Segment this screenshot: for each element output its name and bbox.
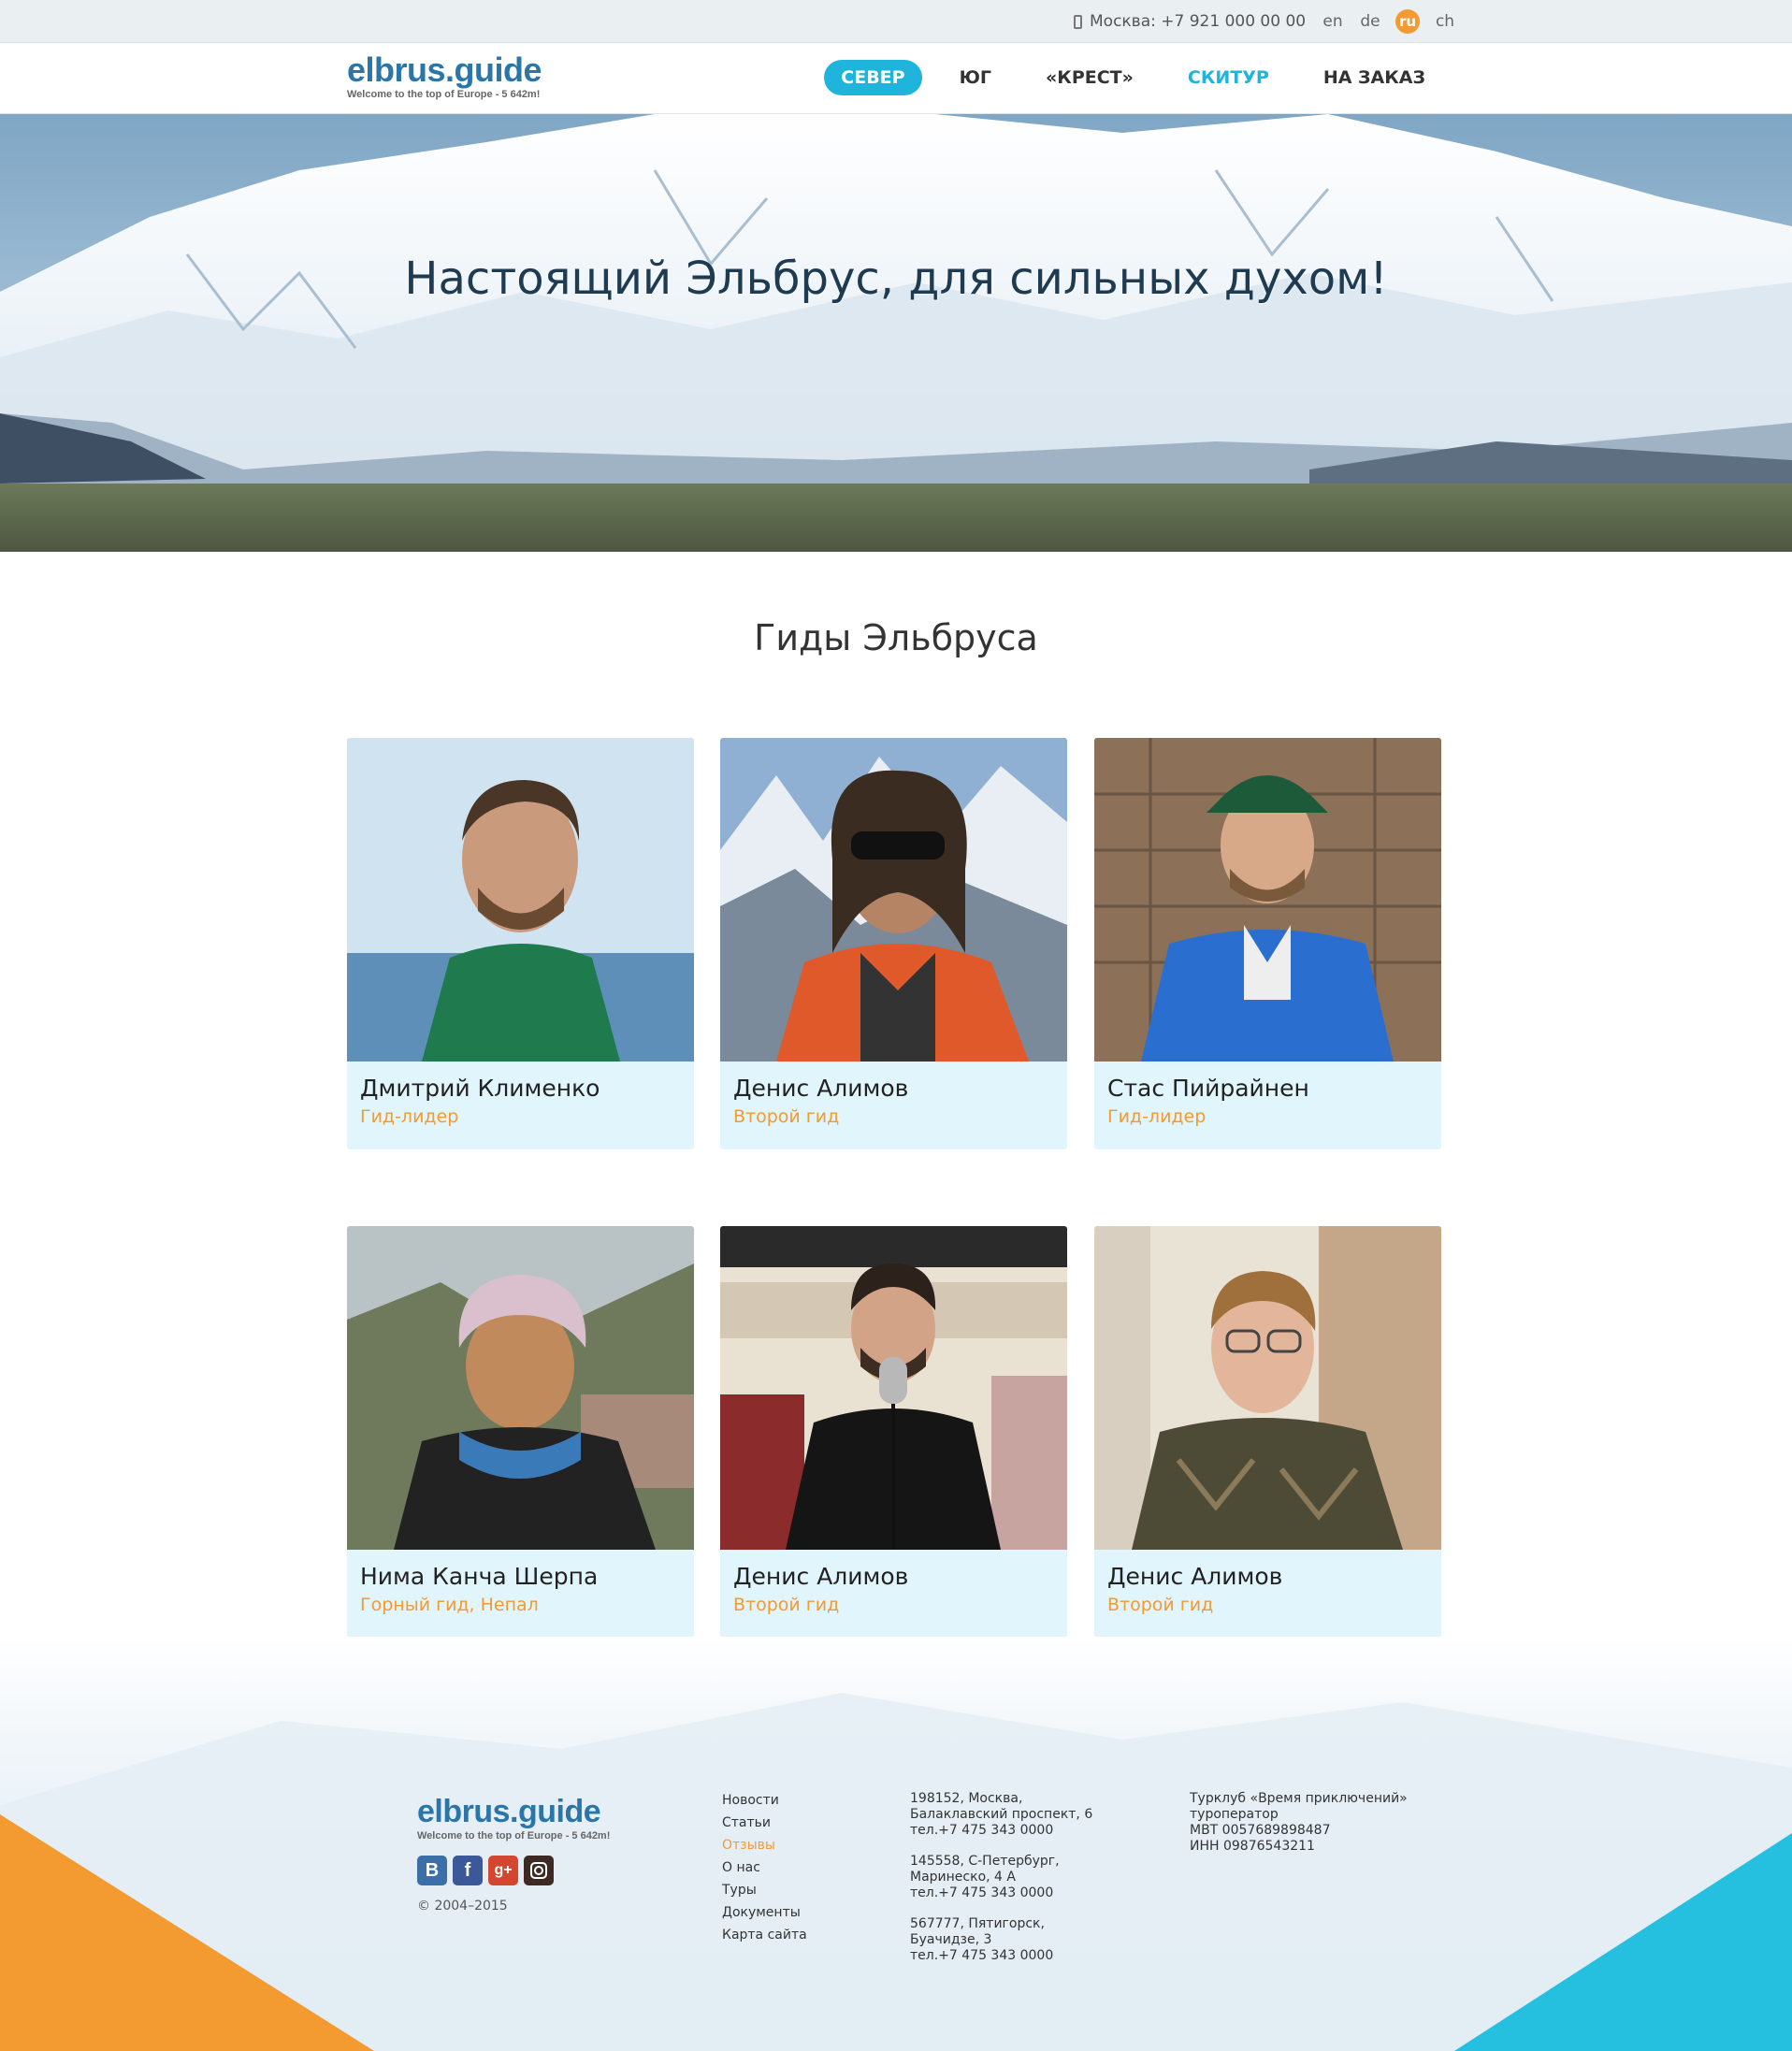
footer-logo-title: elbrus.guide [417,1794,601,1829]
guide-name: Денис Алимов [733,1075,909,1102]
guide-card[interactable]: Дмитрий Клименко Гид-лидер [347,738,694,1149]
guide-name: Нима Канча Шерпа [360,1563,599,1590]
mountain-illustration [0,114,1792,552]
guide-name: Стас Пийрайнен [1107,1075,1309,1102]
guide-card[interactable]: Денис Алимов Второй гид [1094,1226,1441,1638]
guide-card[interactable]: Денис Алимов Второй гид [720,738,1067,1149]
footer-background [0,1693,1792,2051]
nav-na-zakaz[interactable]: НА ЗАКАЗ [1307,60,1442,95]
nav-yug[interactable]: ЮГ [943,60,1008,95]
guide-photo [720,1226,1067,1550]
nav-krest[interactable]: «КРЕСТ» [1029,60,1150,95]
footer-menu: Новости Статьи Отзывы О нас Туры Докумен… [722,1789,807,1946]
address-pyatigorsk: 567777, Пятигорск, Буачидзе, 3 тел.+7 47… [910,1916,1054,1963]
guide-name: Дмитрий Клименко [360,1075,600,1102]
top-bar: Москва: +7 921 000 00 00 en de ru ch [0,0,1792,43]
language-switcher: en de ru ch [1321,9,1457,34]
guide-photo [347,738,694,1062]
main-nav: СЕВЕР ЮГ «КРЕСТ» СКИТУР НА ЗАКАЗ [824,60,1442,95]
google-plus-icon[interactable]: g+ [488,1856,518,1885]
guide-card[interactable]: Нима Канча Шерпа Горный гид, Непал [347,1226,694,1638]
guide-photo [1094,1226,1441,1550]
vk-icon[interactable]: B [417,1856,447,1885]
lang-ch[interactable]: ch [1433,9,1457,34]
address-spb: 145558, С-Петербург, Маринеско, 4 А тел.… [910,1854,1060,1900]
guides-section-title: Гиды Эльбруса [754,617,1038,658]
lang-ru[interactable]: ru [1395,9,1420,34]
guide-role: Второй гид [733,1106,840,1127]
guide-role: Горный гид, Непал [360,1595,539,1615]
guide-card[interactable]: Стас Пийрайнен Гид-лидер [1094,738,1441,1149]
guide-photo [347,1226,694,1550]
footer-menu-item[interactable]: Карта сайта [722,1924,807,1946]
footer-logo-subtitle: Welcome to the top of Europe - 5 642m! [417,1830,611,1842]
guide-role: Второй гид [733,1595,840,1615]
guide-name: Денис Алимов [1107,1563,1283,1590]
footer-menu-item[interactable]: Туры [722,1879,807,1901]
phone-contact[interactable]: Москва: +7 921 000 00 00 [1074,12,1306,31]
logo-title: elbrus.guide [347,51,542,89]
guide-role: Второй гид [1107,1595,1214,1615]
facebook-icon[interactable]: f [453,1856,483,1885]
guide-card[interactable]: Денис Алимов Второй гид [720,1226,1067,1638]
guide-name: Денис Алимов [733,1563,909,1590]
guide-role: Гид-лидер [360,1106,459,1127]
logo-subtitle: Welcome to the top of Europe - 5 642m! [347,89,541,100]
copyright: © 2004–2015 [417,1899,508,1914]
footer-menu-item[interactable]: О нас [722,1856,807,1879]
guide-role: Гид-лидер [1107,1106,1207,1127]
site-header: elbrus.guide Welcome to the top of Europ… [0,43,1792,114]
hero-banner: Настоящий Эльбрус, для сильных духом! [0,114,1792,552]
footer-menu-item[interactable]: Отзывы [722,1834,807,1856]
site-footer: elbrus.guide Welcome to the top of Europ… [0,1637,1792,2051]
hero-title: Настоящий Эльбрус, для сильных духом! [404,253,1388,305]
address-moscow: 198152, Москва, Балаклавский проспект, 6… [910,1791,1093,1838]
phone-icon [1074,14,1082,29]
nav-sever[interactable]: СЕВЕР [824,60,922,95]
instagram-icon[interactable] [524,1856,554,1885]
nav-skitur[interactable]: СКИТУР [1171,60,1286,95]
guide-photo [720,738,1067,1062]
footer-addresses: 198152, Москва, Балаклавский проспект, 6… [910,1791,1092,1979]
footer-menu-item[interactable]: Новости [722,1789,807,1812]
footer-menu-item[interactable]: Статьи [722,1812,807,1834]
guide-photo [1094,738,1441,1062]
footer-company-info: Турклуб «Время приключений» туроператор … [1190,1791,1408,1854]
lang-de[interactable]: de [1358,9,1382,34]
footer-menu-item[interactable]: Документы [722,1901,807,1924]
footer-logo[interactable]: elbrus.guide Welcome to the top of Europ… [417,1794,610,1842]
lang-en[interactable]: en [1321,9,1345,34]
phone-text: Москва: +7 921 000 00 00 [1090,12,1307,31]
social-links: B f g+ [417,1856,554,1885]
logo[interactable]: elbrus.guide Welcome to the top of Europ… [347,51,542,101]
